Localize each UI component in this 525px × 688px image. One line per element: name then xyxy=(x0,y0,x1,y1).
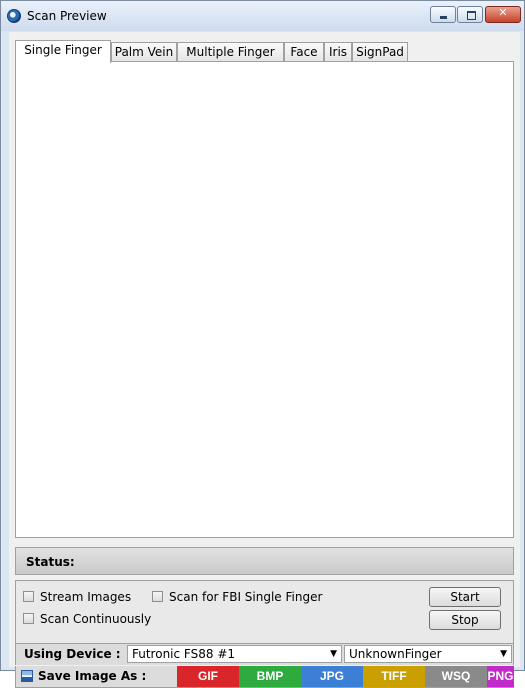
format-label: TIFF xyxy=(381,669,407,683)
format-label: BMP xyxy=(256,669,284,683)
finger-select[interactable]: UnknownFinger ▼ xyxy=(344,645,512,663)
save-tiff-button[interactable]: TIFF xyxy=(363,666,425,687)
client-area: Single Finger Palm Vein Multiple Finger … xyxy=(9,32,520,688)
title-bar[interactable]: Scan Preview ✕ xyxy=(1,1,524,31)
maximize-icon xyxy=(467,11,476,20)
status-bar: Status: xyxy=(15,547,514,575)
tab-label: Palm Vein xyxy=(114,45,174,59)
window-title: Scan Preview xyxy=(27,9,107,23)
scan-preview-area xyxy=(15,61,514,538)
maximize-button[interactable] xyxy=(457,6,483,23)
tab-label: Face xyxy=(290,45,318,59)
format-label: GIF xyxy=(198,669,218,683)
format-label: WSQ xyxy=(441,669,471,683)
scan-controls-panel: Stream Images Scan for FBI Single Finger… xyxy=(15,580,514,665)
dropdown-arrow-icon: ▼ xyxy=(500,649,507,659)
checkbox-box[interactable] xyxy=(23,591,34,602)
device-select[interactable]: Futronic FS88 #1 ▼ xyxy=(127,645,342,663)
app-icon xyxy=(7,9,21,23)
minimize-button[interactable] xyxy=(430,6,456,23)
tab-iris[interactable]: Iris xyxy=(324,42,352,62)
tab-single-finger[interactable]: Single Finger xyxy=(15,40,111,63)
start-button[interactable]: Start xyxy=(429,587,501,607)
format-label: JPG xyxy=(319,669,344,683)
device-select-value: Futronic FS88 #1 xyxy=(132,647,236,661)
minimize-icon xyxy=(440,16,447,19)
close-icon: ✕ xyxy=(498,6,508,19)
checkbox-label: Scan Continuously xyxy=(40,612,152,626)
save-png-button[interactable]: PNG xyxy=(487,666,514,687)
finger-select-value: UnknownFinger xyxy=(349,647,442,661)
dropdown-arrow-icon: ▼ xyxy=(330,649,337,659)
tab-face[interactable]: Face xyxy=(284,42,324,62)
save-image-label: Save Image As : xyxy=(38,669,147,683)
close-button[interactable]: ✕ xyxy=(485,6,521,23)
tab-signpad[interactable]: SignPad xyxy=(352,42,408,62)
stop-button[interactable]: Stop xyxy=(429,610,501,630)
save-icon xyxy=(21,670,33,682)
format-label: PNG xyxy=(487,669,514,683)
tab-label: Multiple Finger xyxy=(186,45,275,59)
save-bmp-button[interactable]: BMP xyxy=(239,666,301,687)
checkbox-label: Scan for FBI Single Finger xyxy=(169,590,323,604)
checkbox-label: Stream Images xyxy=(40,590,132,604)
save-wsq-button[interactable]: WSQ xyxy=(425,666,487,687)
save-jpg-button[interactable]: JPG xyxy=(301,666,363,687)
using-device-label: Using Device : xyxy=(24,647,121,661)
checkbox-box[interactable] xyxy=(23,613,34,624)
scan-preview-window: Scan Preview ✕ Single Finger Palm Vein M… xyxy=(0,0,525,688)
tab-multiple-finger[interactable]: Multiple Finger xyxy=(177,42,284,62)
device-row: Using Device : Futronic FS88 #1 ▼ Unknow… xyxy=(16,643,513,665)
tab-label: SignPad xyxy=(356,45,404,59)
tab-palm-vein[interactable]: Palm Vein xyxy=(111,42,177,62)
save-gif-button[interactable]: GIF xyxy=(177,666,239,687)
checkbox-box[interactable] xyxy=(152,591,163,602)
tab-label: Iris xyxy=(328,45,348,59)
status-label: Status: xyxy=(26,555,75,569)
save-image-row: Save Image As : GIF BMP JPG TIFF WSQ PNG xyxy=(15,666,514,688)
tab-label: Single Finger xyxy=(24,43,102,57)
